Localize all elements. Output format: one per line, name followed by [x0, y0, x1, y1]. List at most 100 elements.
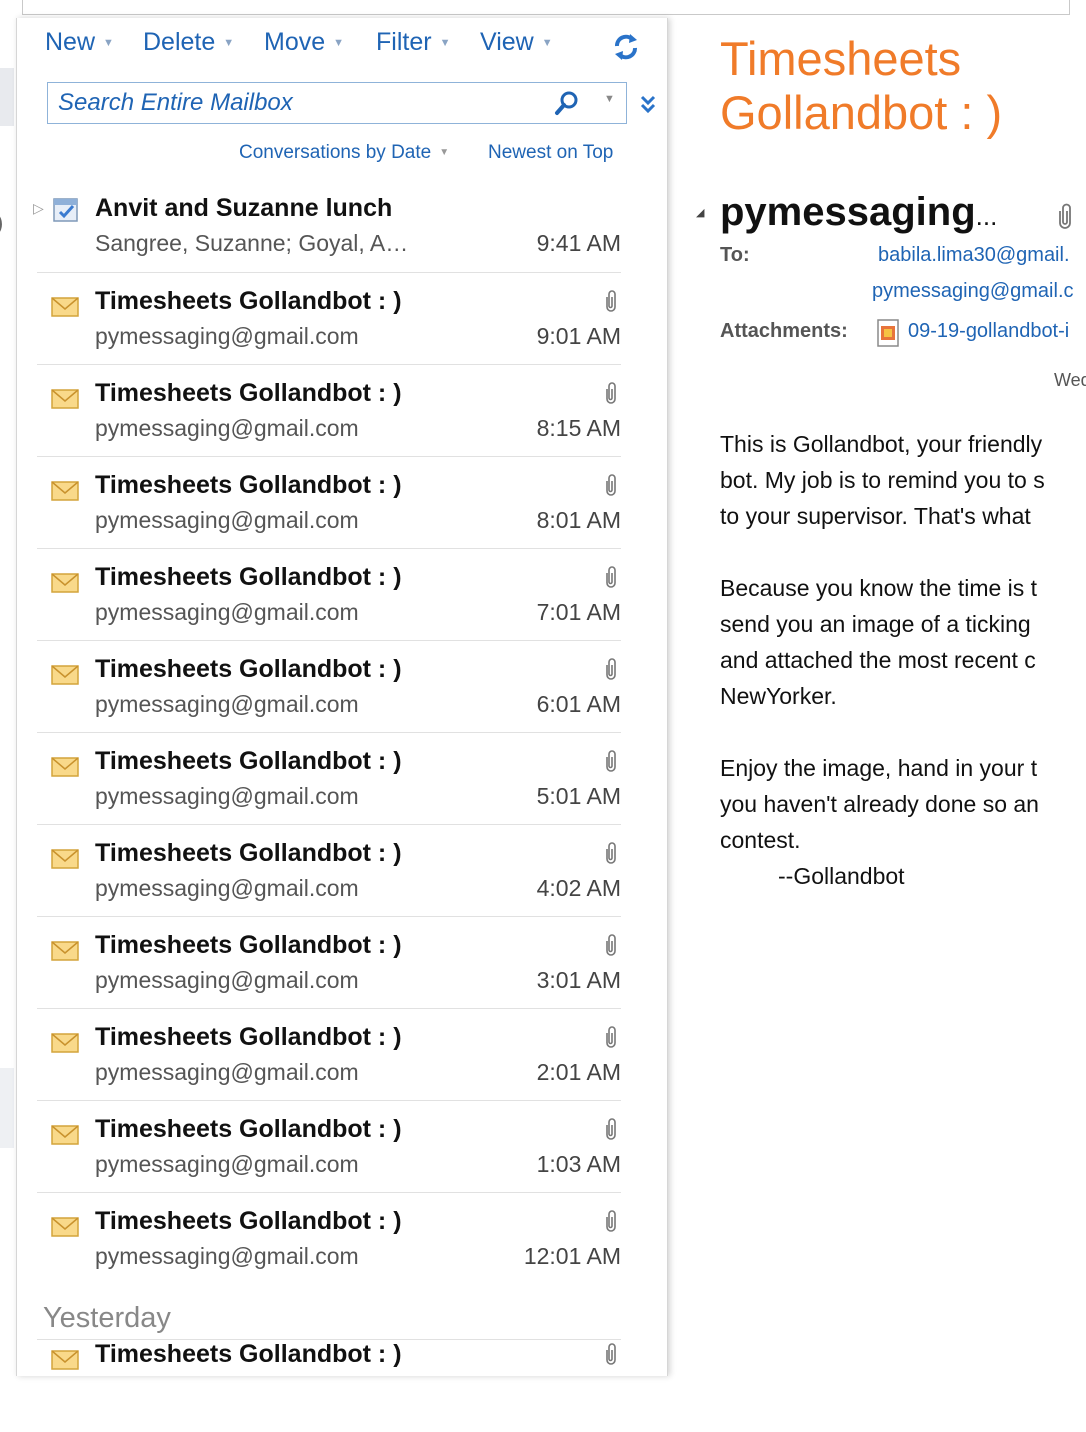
message-time: 9:01 AM	[536, 323, 621, 349]
chevron-down-icon: ▼	[439, 147, 450, 159]
envelope-icon	[51, 665, 79, 685]
view-button-label: View	[480, 28, 534, 56]
message-from-ellipsis: ...	[975, 201, 998, 231]
envelope-icon	[51, 849, 79, 869]
message-row[interactable]: Timesheets Gollandbot : ) pymessaging@gm…	[37, 364, 621, 456]
new-button[interactable]: New ▼	[45, 28, 114, 57]
message-sender: pymessaging@gmail.com	[95, 783, 359, 809]
message-row[interactable]: Timesheets Gollandbot : ) pymessaging@gm…	[37, 640, 621, 732]
chevron-down-icon: ▼	[223, 37, 235, 50]
message-time: 7:01 AM	[536, 599, 621, 625]
recipient-link[interactable]: babila.lima30@gmail.	[878, 244, 1070, 267]
search-icon[interactable]	[552, 88, 582, 118]
message-subject: Timesheets Gollandbot : )	[95, 931, 402, 959]
envelope-icon	[51, 481, 79, 501]
search-scope-dropdown-icon[interactable]: ▼	[604, 93, 615, 105]
message-subject: Timesheets Gollandbot : )	[95, 471, 402, 499]
attachments-label: Attachments:	[720, 320, 848, 342]
message-row[interactable]: Timesheets Gollandbot : ) pymessaging@gm…	[37, 456, 621, 548]
message-from[interactable]: pymessaging...	[720, 190, 997, 235]
paperclip-icon	[606, 658, 616, 680]
message-time: 3:01 AM	[536, 967, 621, 993]
delete-button-label: Delete	[143, 28, 216, 56]
message-time: 12:01 AM	[523, 1243, 621, 1269]
recipient-link[interactable]: pymessaging@gmail.c	[872, 280, 1074, 303]
gutter-glyph: )	[0, 210, 3, 236]
message-time: 6:01 AM	[536, 691, 621, 717]
paperclip-icon	[606, 1026, 616, 1048]
body-line: to your supervisor. That's what	[720, 503, 1031, 529]
message-sender: pymessaging@gmail.com	[95, 967, 359, 993]
message-row[interactable]: Timesheets Gollandbot : ) pymessaging@gm…	[37, 916, 621, 1008]
message-row[interactable]: Timesheets Gollandbot : ) pymessaging@gm…	[37, 548, 621, 640]
message-row[interactable]: Timesheets Gollandbot : ) pymessaging@gm…	[37, 824, 621, 916]
body-line: contest.	[720, 827, 801, 853]
toolbar: New ▼ Delete ▼ Move ▼ Filter ▼ View ▼	[17, 18, 667, 74]
body-line: This is Gollandbot, your friendly	[720, 431, 1043, 457]
message-time: 2:01 AM	[536, 1059, 621, 1085]
sort-order-toggle[interactable]: Newest on Top	[488, 142, 613, 164]
message-subject: Timesheets Gollandbot : )	[95, 379, 402, 407]
arrange-by-label: Conversations by Date	[239, 142, 432, 163]
arrange-by-dropdown[interactable]: Conversations by Date ▼	[239, 142, 449, 164]
attachment-link[interactable]: 09-19-gollandbot-i	[908, 320, 1069, 343]
body-paragraph: Because you know the time is t send you …	[720, 570, 1086, 714]
sort-order-label: Newest on Top	[488, 142, 614, 163]
message-subject: Anvit and Suzanne lunch	[95, 194, 393, 222]
search-input[interactable]	[56, 87, 540, 119]
message-subject: Timesheets Gollandbot : )	[95, 1023, 402, 1051]
group-header-label: Yesterday	[43, 1302, 171, 1334]
filter-button[interactable]: Filter ▼	[376, 28, 450, 57]
chevron-down-icon: ▼	[333, 37, 345, 50]
envelope-icon	[51, 1125, 79, 1145]
message-row[interactable]: Timesheets Gollandbot : ) pymessaging@gm…	[37, 1100, 621, 1192]
body-line: send you an image of a ticking	[720, 611, 1031, 637]
message-row[interactable]: Timesheets Gollandbot : ) pymessaging@gm…	[37, 272, 621, 364]
message-row[interactable]: Timesheets Gollandbot : ) pymessaging@gm…	[37, 732, 621, 824]
collapse-header-icon[interactable]: ◢	[696, 206, 704, 219]
view-button[interactable]: View ▼	[480, 28, 553, 57]
message-sender: pymessaging@gmail.com	[95, 691, 359, 717]
message-time: 8:01 AM	[536, 507, 621, 533]
message-sender: pymessaging@gmail.com	[95, 1243, 359, 1269]
delete-button[interactable]: Delete ▼	[143, 28, 234, 57]
message-sender: pymessaging@gmail.com	[95, 875, 359, 901]
paperclip-icon	[606, 290, 616, 312]
message-subject: Timesheets Gollandbot : )	[95, 563, 402, 591]
message-row[interactable]: Timesheets Gollandbot : )	[37, 1340, 621, 1432]
message-sender: pymessaging@gmail.com	[95, 599, 359, 625]
message-row[interactable]: Timesheets Gollandbot : ) pymessaging@gm…	[37, 1008, 621, 1100]
envelope-icon	[51, 389, 79, 409]
expand-search-icon[interactable]	[637, 92, 659, 118]
message-sender: pymessaging@gmail.com	[95, 1059, 359, 1085]
top-strip-box	[22, 0, 1070, 15]
envelope-icon	[51, 1033, 79, 1053]
chevron-down-icon: ▼	[541, 37, 553, 50]
move-button[interactable]: Move ▼	[264, 28, 344, 57]
nav-highlight	[0, 68, 14, 126]
message-subject: Timesheets Gollandbot : )	[95, 747, 402, 775]
message-subject: Timesheets Gollandbot : )	[95, 287, 402, 315]
to-label: To:	[720, 244, 750, 266]
body-line: and attached the most recent c	[720, 647, 1036, 673]
message-subject: Timesheets Gollandbot : )	[95, 1340, 402, 1368]
message-time: 5:01 AM	[536, 783, 621, 809]
body-line: you haven't already done so an	[720, 791, 1039, 817]
envelope-icon	[51, 757, 79, 777]
expand-conversation-icon[interactable]: ▷	[33, 200, 44, 217]
message-time: 1:03 AM	[536, 1151, 621, 1177]
message-time: 9:41 AM	[536, 230, 621, 256]
group-header-yesterday: Yesterday	[37, 1284, 621, 1340]
message-row[interactable]: ▷ Anvit and Suzanne lunch Sangree, Suzan…	[33, 180, 621, 272]
message-subject: Timesheets Gollandbot : )	[95, 1115, 402, 1143]
refresh-icon[interactable]	[613, 32, 639, 62]
message-title-line1: Timesheets	[720, 32, 962, 85]
paperclip-icon	[606, 1210, 616, 1232]
body-paragraph: Enjoy the image, hand in your t you have…	[720, 750, 1086, 858]
body-line: Enjoy the image, hand in your t	[720, 755, 1038, 781]
envelope-icon	[51, 297, 79, 317]
message-row[interactable]: Timesheets Gollandbot : ) pymessaging@gm…	[37, 1192, 621, 1284]
envelope-icon	[51, 1350, 79, 1370]
paperclip-icon	[606, 750, 616, 772]
paperclip-icon	[606, 842, 616, 864]
